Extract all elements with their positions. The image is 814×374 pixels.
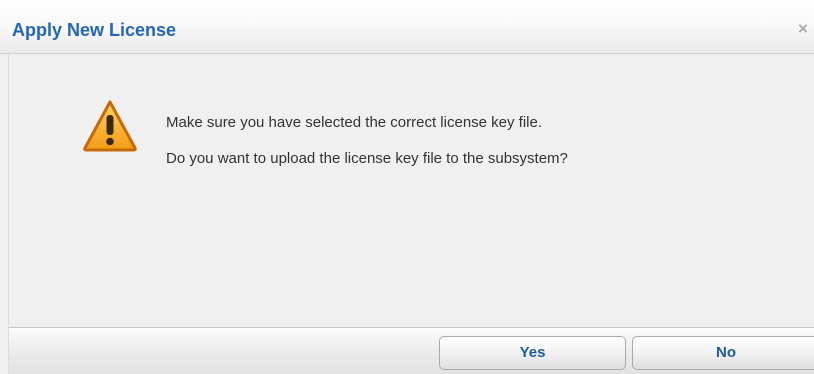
message-line-1: Make sure you have selected the correct … — [166, 114, 543, 131]
close-icon[interactable]: × — [798, 20, 814, 38]
yes-button[interactable]: Yes — [439, 336, 626, 370]
dialog-title: Apply New License — [12, 20, 177, 40]
warning-triangle-icon — [83, 100, 137, 152]
message-line-2: Do you want to upload the license key fi… — [166, 150, 568, 167]
dialog-body — [8, 54, 814, 327]
no-button[interactable]: No — [632, 336, 814, 370]
dialog-titlebar: Apply New License × — [0, 0, 814, 54]
apply-license-dialog: Apply New License × Make sure you have s… — [0, 0, 814, 374]
